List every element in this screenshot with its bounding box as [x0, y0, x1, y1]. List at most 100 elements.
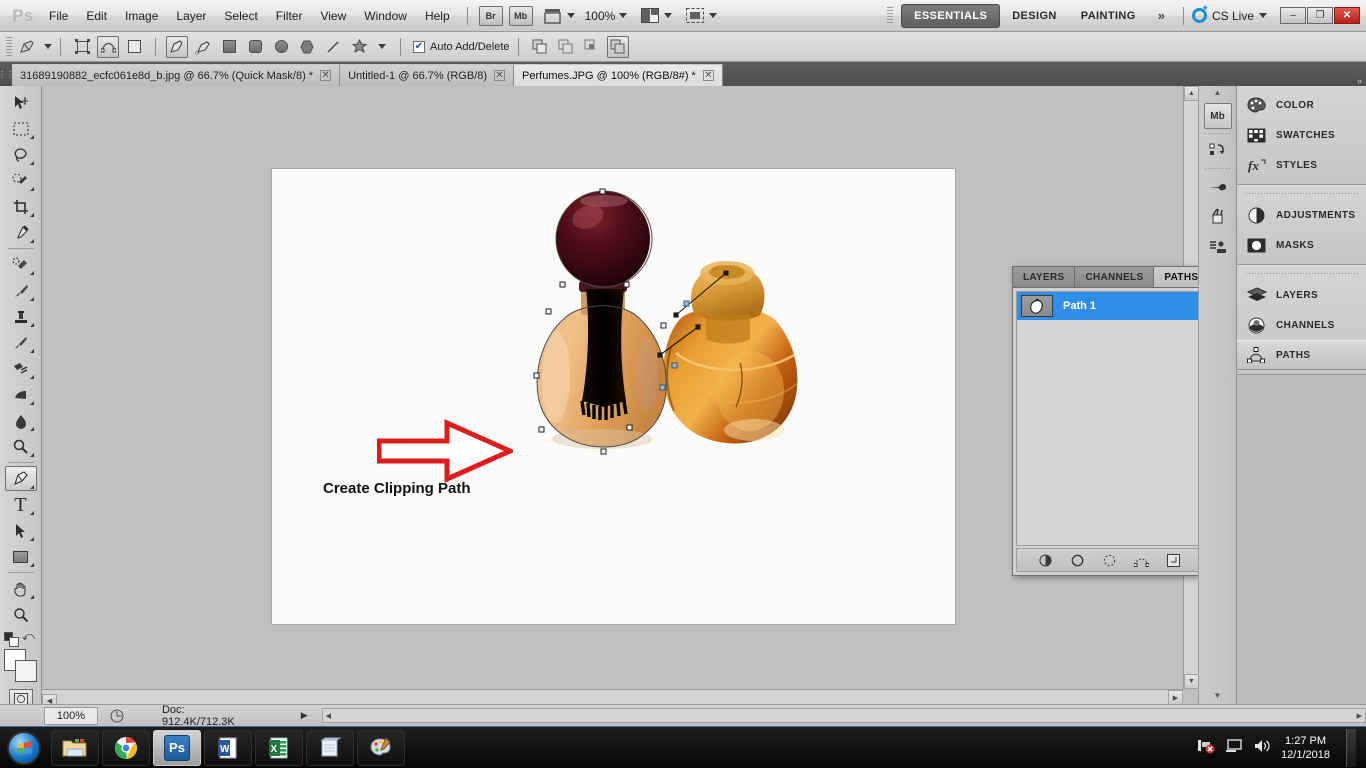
exclude-overlapping-path-areas-button[interactable] — [606, 35, 629, 58]
notepad-taskbar-icon[interactable] — [306, 729, 354, 766]
create-new-path-button[interactable] — [1165, 552, 1181, 568]
paint-taskbar-icon[interactable] — [357, 729, 405, 766]
intersect-path-areas-button[interactable] — [581, 36, 603, 58]
dock-item-adjustments[interactable]: ADJUSTMENTS — [1237, 200, 1366, 230]
pen-tool-button[interactable] — [166, 35, 188, 58]
dock-item-color[interactable]: COLOR — [1237, 90, 1366, 120]
make-work-path-from-selection-button[interactable] — [1133, 552, 1149, 568]
menu-edit[interactable]: Edit — [77, 5, 116, 27]
document-tab-3[interactable]: Perfumes.JPG @ 100% (RGB/8#) * ✕ — [514, 64, 723, 86]
cs-live-button[interactable]: CS Live — [1191, 3, 1267, 23]
ellipse-tool-button[interactable] — [270, 36, 292, 58]
fill-path-with-foreground-color-button[interactable] — [1037, 552, 1053, 568]
dodge-tool[interactable] — [5, 434, 37, 459]
spot-healing-brush-tool[interactable] — [5, 252, 37, 277]
minimize-button[interactable]: – — [1280, 7, 1306, 24]
auto-add-delete-checkbox[interactable]: ✔ — [413, 40, 425, 53]
cs-live-chevron-down-icon[interactable] — [1259, 13, 1267, 18]
arrange-chevron-down-icon[interactable] — [664, 13, 673, 18]
hand-tool[interactable] — [5, 576, 37, 601]
display-tray-icon[interactable] — [1225, 738, 1243, 757]
panel-tab-channels[interactable]: CHANNELS — [1075, 267, 1155, 287]
icon-column-scroll-up-icon[interactable]: ▲ — [1199, 86, 1236, 99]
tool-presets-icon[interactable] — [1204, 233, 1232, 259]
icon-column-scroll-down-icon[interactable]: ▼ — [1199, 691, 1236, 700]
workspace-design[interactable]: DESIGN — [1000, 5, 1069, 27]
dock-item-swatches[interactable]: SWATCHES — [1237, 120, 1366, 150]
workspace-essentials[interactable]: ESSENTIALS — [901, 3, 1001, 28]
history-brush-tool[interactable] — [5, 330, 37, 355]
document-canvas[interactable]: Create Clipping Path — [272, 169, 955, 624]
load-path-as-selection-button[interactable] — [1101, 552, 1117, 568]
dock-item-styles[interactable]: fx STYLES — [1237, 150, 1366, 180]
shape-options-chevron-down-icon[interactable] — [378, 44, 386, 49]
view-extras-chevron-down-icon[interactable] — [566, 13, 575, 18]
horizontal-type-tool[interactable]: T — [5, 492, 37, 517]
screen-mode-chevron-down-icon[interactable] — [709, 13, 718, 18]
document-tab-1[interactable]: 31689190882_ecfc061e8d_b.jpg @ 66.7% (Qu… — [12, 64, 341, 86]
fill-pixels-mode-button[interactable] — [123, 36, 145, 58]
mini-bridge-icon[interactable]: Mb — [1203, 103, 1232, 129]
status-horizontal-scrollbar[interactable]: ◀ ▶ — [321, 708, 1366, 723]
gradient-tool[interactable] — [5, 382, 37, 407]
close-button[interactable]: ✕ — [1334, 7, 1360, 24]
shape-layers-mode-button[interactable] — [71, 36, 93, 58]
document-tab-1-close-icon[interactable]: ✕ — [320, 70, 332, 81]
scroll-left-arrow-icon[interactable]: ◀ — [42, 693, 57, 704]
microsoft-excel-taskbar-icon[interactable]: X — [255, 729, 303, 766]
eyedropper-tool[interactable] — [5, 220, 37, 245]
zoom-chevron-down-icon[interactable] — [619, 13, 628, 18]
canvas-horizontal-scrollbar[interactable]: ◀ ▶ — [42, 689, 1183, 704]
rounded-rectangle-tool-button[interactable] — [244, 36, 266, 58]
dock-item-layers[interactable]: LAYERS — [1237, 280, 1366, 310]
rectangle-shape-tool[interactable] — [5, 544, 37, 569]
arrange-documents-group[interactable] — [641, 8, 673, 23]
windows-explorer-taskbar-icon[interactable] — [51, 729, 99, 766]
polygon-tool-button[interactable] — [296, 36, 318, 58]
menu-window[interactable]: Window — [355, 5, 416, 27]
default-foreground-background-colors-icon[interactable] — [4, 631, 19, 647]
dock-group-layers-gripper[interactable] — [1245, 270, 1358, 277]
clone-stamp-tool[interactable] — [5, 304, 37, 329]
tab-bar-collapse-icon[interactable]: » — [1357, 76, 1366, 86]
subtract-from-path-area-button[interactable] — [555, 36, 577, 58]
background-color-swatch[interactable] — [14, 660, 37, 682]
show-desktop-button[interactable] — [1346, 728, 1356, 767]
menu-file[interactable]: File — [40, 5, 77, 27]
menu-image[interactable]: Image — [116, 5, 167, 27]
menu-layer[interactable]: Layer — [167, 5, 215, 27]
canvas-area[interactable]: Create Clipping Path ▲ ▼ ◀ ▶ LAYERS CHAN… — [42, 86, 1198, 704]
menu-help[interactable]: Help — [416, 5, 459, 27]
chevron-double-right-icon[interactable]: » — [1148, 8, 1175, 23]
path-selection-tool[interactable] — [5, 518, 37, 543]
launch-bridge-button[interactable]: Br — [478, 5, 503, 26]
brush-tool[interactable] — [5, 278, 37, 303]
microsoft-word-taskbar-icon[interactable]: W — [204, 729, 252, 766]
move-tool[interactable] — [5, 90, 37, 115]
dock-item-channels[interactable]: CHANNELS — [1237, 310, 1366, 340]
stroke-path-with-brush-button[interactable] — [1069, 552, 1085, 568]
taskbar-clock[interactable]: 1:27 PM 12/1/2018 — [1281, 734, 1330, 762]
rectangle-tool-button[interactable] — [218, 36, 240, 58]
auto-add-delete-checkbox-group[interactable]: ✔ Auto Add/Delete — [413, 40, 510, 53]
zoom-tool[interactable] — [5, 602, 37, 627]
status-scroll-left-icon[interactable]: ◀ — [323, 709, 334, 722]
rectangular-marquee-tool[interactable] — [5, 116, 37, 141]
status-zoom-field[interactable]: 100% — [44, 706, 98, 725]
swap-foreground-background-colors-icon[interactable]: ⤺ — [22, 629, 35, 644]
menu-view[interactable]: View — [311, 5, 355, 27]
volume-tray-icon[interactable] — [1253, 738, 1271, 757]
crop-tool[interactable] — [5, 194, 37, 219]
add-to-path-area-button[interactable] — [529, 36, 551, 58]
pen-tool[interactable] — [4, 466, 37, 491]
eraser-tool[interactable] — [5, 356, 37, 381]
network-error-tray-icon[interactable] — [1197, 738, 1215, 757]
document-tab-2[interactable]: Untitled-1 @ 66.7% (RGB/8) ✕ — [340, 64, 515, 86]
start-button[interactable] — [0, 728, 48, 768]
freeform-pen-tool-button[interactable] — [192, 36, 214, 58]
screen-mode-group[interactable] — [686, 8, 718, 23]
dock-group-adjustments-gripper[interactable] — [1245, 190, 1358, 197]
paths-mode-button[interactable] — [97, 35, 119, 58]
restore-button[interactable]: ❐ — [1307, 7, 1333, 24]
launch-mini-bridge-button[interactable]: Mb — [508, 5, 533, 26]
